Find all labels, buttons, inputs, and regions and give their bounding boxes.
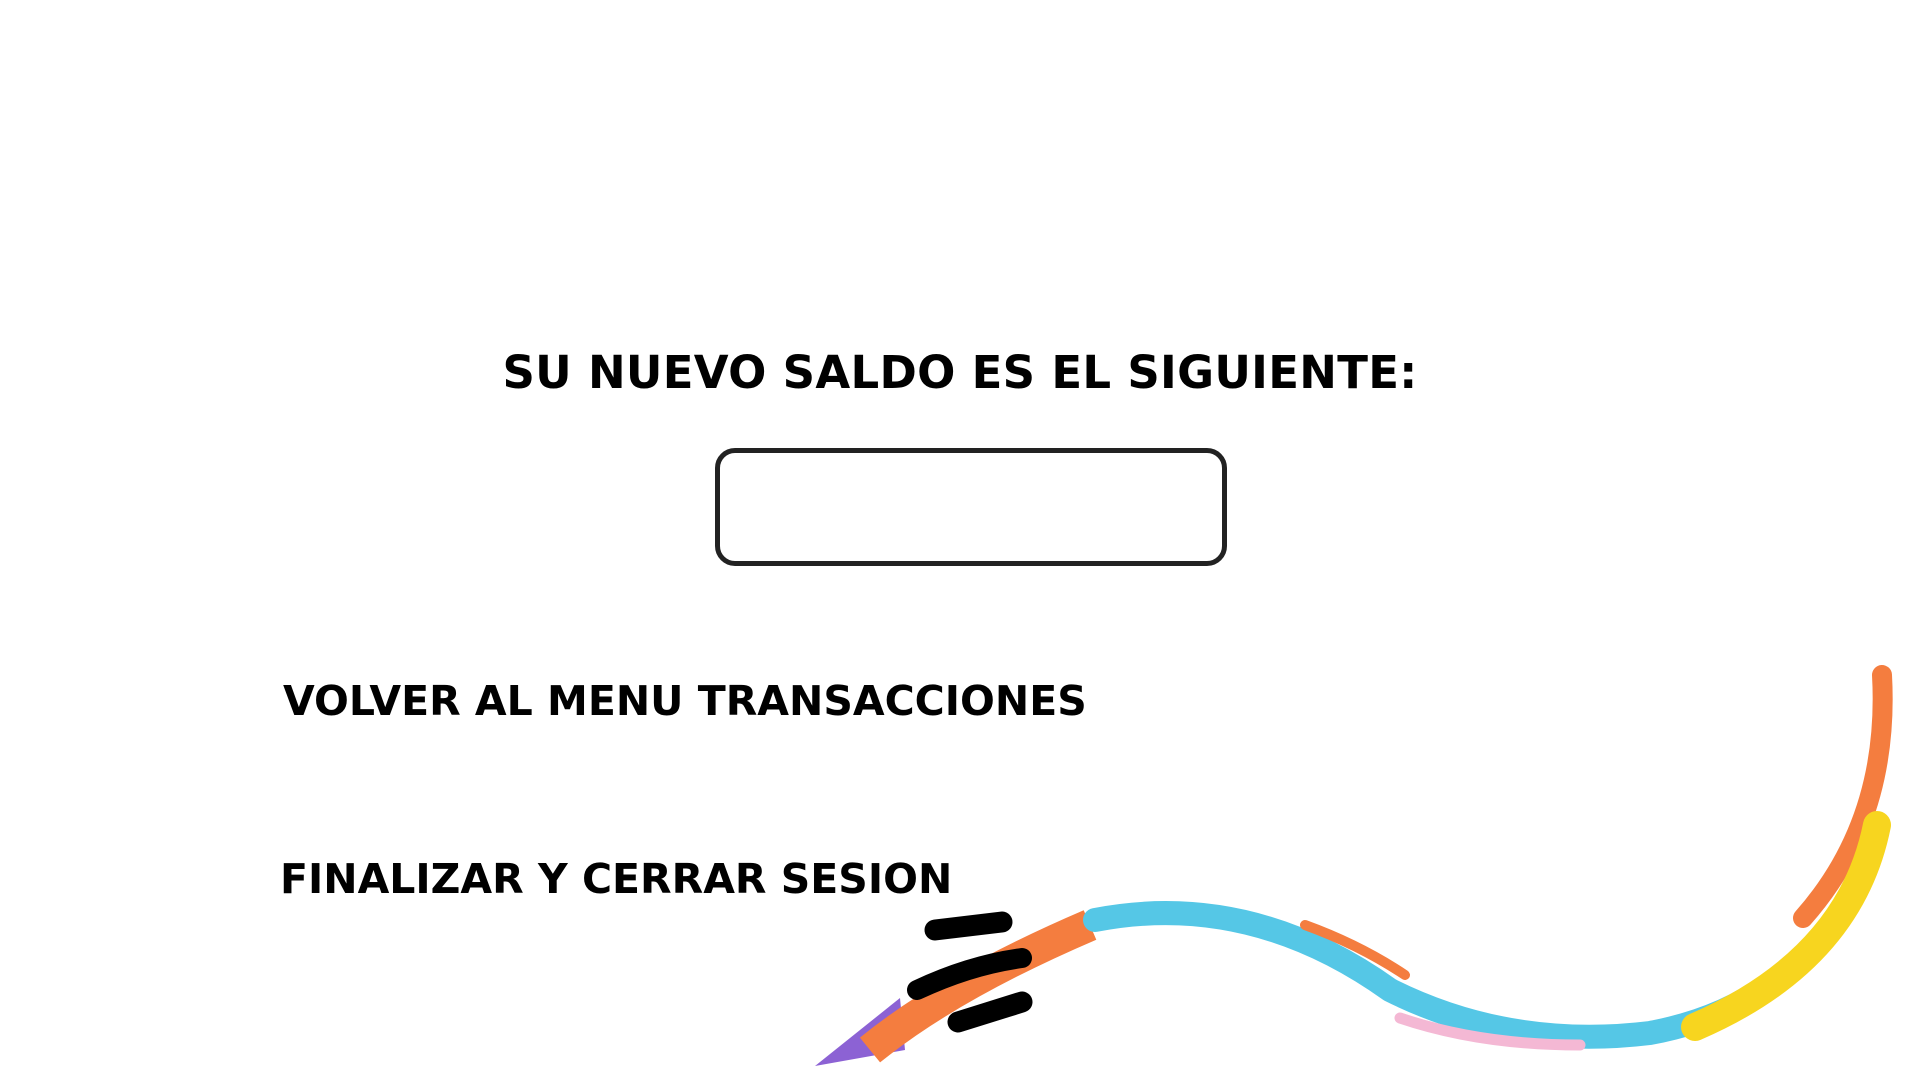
decorative-wave-graphic [815, 665, 1893, 1066]
balance-screen: SU NUEVO SALDO ES EL SIGUIENTE: VOLVER A… [0, 0, 1920, 1080]
black-mark-bottom [947, 991, 1033, 1033]
cyan-wave [1083, 901, 1780, 1049]
orange-stroke-left [859, 910, 1097, 1063]
black-mark-top [924, 911, 1013, 941]
